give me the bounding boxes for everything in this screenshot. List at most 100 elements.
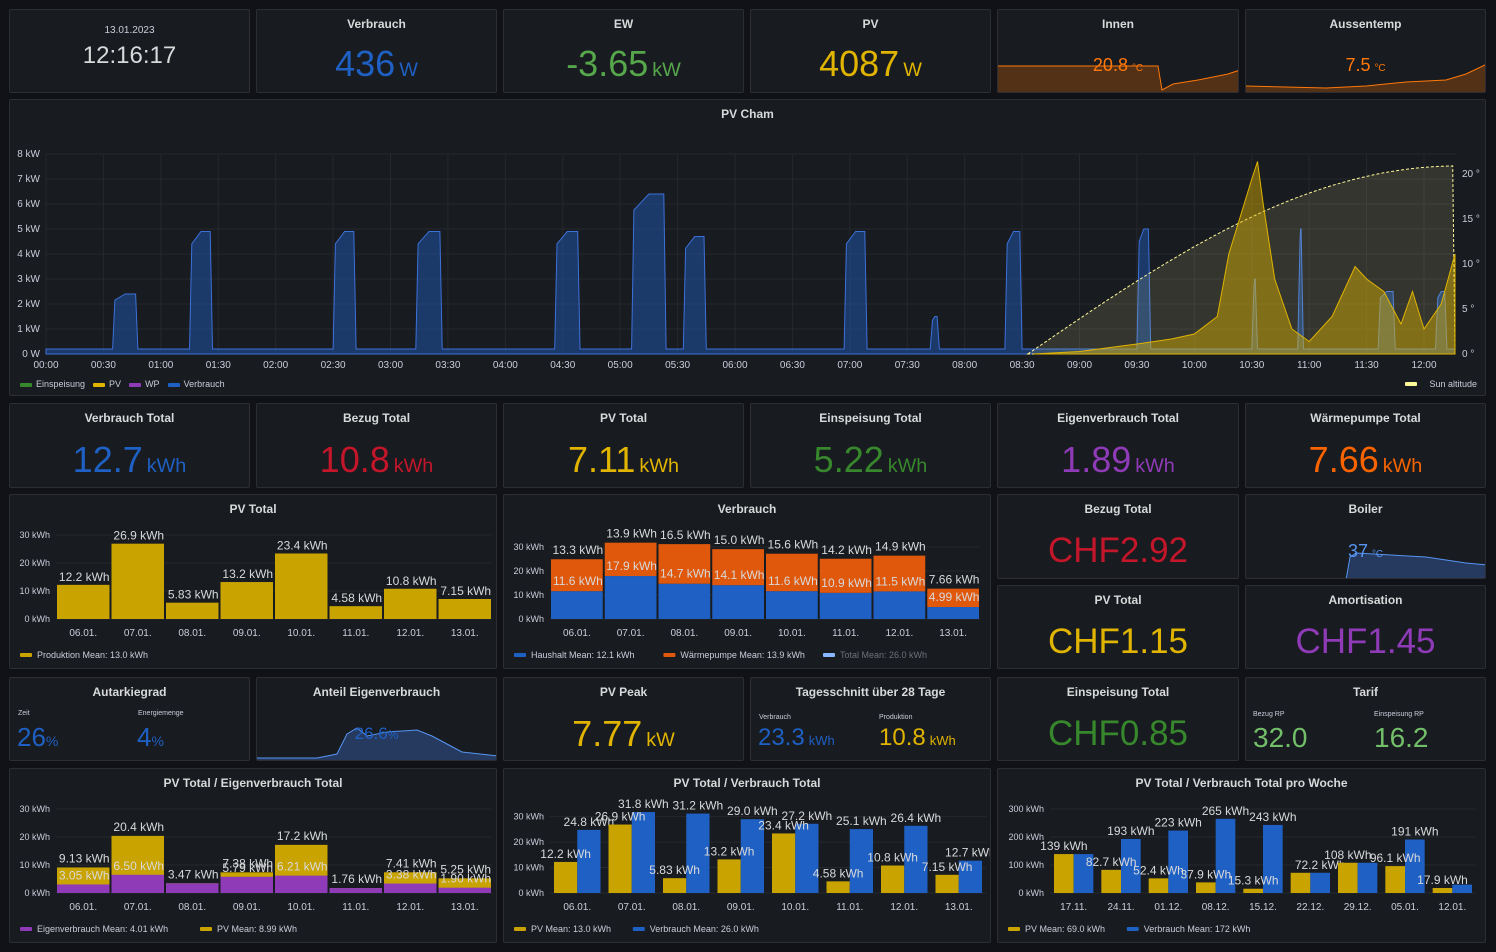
legend-item[interactable]: WP xyxy=(129,379,160,389)
bar-haushalt[interactable] xyxy=(927,607,979,619)
pv-verbrauch-woche-chart[interactable]: 300 kWh 200 kWh 100 kWh 0 kWh 17.11. 24.11. 01… xyxy=(998,769,1486,943)
anteil-eigenverbrauch-panel[interactable]: Anteil Eigenverbrauch 26.6% xyxy=(256,677,497,761)
pv-chf-panel[interactable]: PV Total CHF1.15 xyxy=(997,585,1239,669)
verbrauch-chart[interactable]: 30 kWh 20 kWh 10 kWh 0 kWh 06.01. 07.01. 08.01… xyxy=(504,495,991,669)
bar-verbrauch[interactable] xyxy=(1357,862,1378,893)
bar[interactable] xyxy=(166,602,219,619)
legend-item[interactable]: PV Mean: 8.99 kWh xyxy=(217,924,297,934)
x-tick-label: 06.01. xyxy=(563,902,591,913)
bar-eigenverbrauch[interactable] xyxy=(438,887,492,893)
pv-total-chart-panel[interactable]: PV Total 30 kWh 20 kWh 10 kWh 0 kWh 06.01. 07… xyxy=(9,494,497,669)
bar-haushalt[interactable] xyxy=(604,576,657,619)
legend-item[interactable]: Verbrauch xyxy=(167,379,225,389)
pv-eigenverbrauch-chart-panel[interactable]: PV Total / Eigenverbrauch Total 30 kWh 20… xyxy=(9,768,497,943)
bar-pv[interactable] xyxy=(1243,888,1263,893)
bar-pv[interactable] xyxy=(608,824,632,893)
bar-eigenverbrauch[interactable] xyxy=(275,875,328,893)
total-panel[interactable]: Einspeisung Total 5.22 kWh xyxy=(750,403,991,488)
boiler-panel[interactable]: Boiler 37 °C xyxy=(1245,494,1486,579)
bar-haushalt[interactable] xyxy=(658,583,711,619)
total-panel[interactable]: Wärmepumpe Total 7.66 kWh xyxy=(1245,403,1486,488)
legend-item[interactable]: Total Mean: 26.0 kWh xyxy=(840,650,927,660)
bar[interactable] xyxy=(275,553,328,619)
amortisation-chf-panel[interactable]: Amortisation CHF1.45 xyxy=(1245,585,1486,669)
total-panel[interactable]: PV Total 7.11 kWh xyxy=(503,403,744,488)
bar-pv[interactable] xyxy=(881,865,905,893)
legend-item[interactable]: Wärmepumpe Mean: 13.9 kWh xyxy=(680,650,805,660)
bar-verbrauch[interactable] xyxy=(795,823,819,893)
bar-verbrauch[interactable] xyxy=(1168,830,1188,893)
bar-eigenverbrauch[interactable] xyxy=(220,876,274,893)
bar-pv[interactable] xyxy=(1385,866,1405,893)
legend-item[interactable]: Produktion Mean: 13.0 kWh xyxy=(37,650,148,660)
verbrauch-panel[interactable]: Verbrauch 436 W xyxy=(256,9,497,93)
legend-item[interactable]: Verbrauch Mean: 26.0 kWh xyxy=(650,924,759,934)
bar-pv[interactable] xyxy=(554,861,578,893)
bar-pv[interactable] xyxy=(1054,854,1074,893)
pv-cham-panel[interactable]: PV Cham 8 kW 7 kW 6 kW 5 kW 4 kW 3 kW 2 kW 1 kW… xyxy=(9,99,1486,396)
bar-pv[interactable] xyxy=(1196,882,1216,893)
autarkiegrad-panel[interactable]: Autarkiegrad Zeit Energiemenge 26% 4% xyxy=(9,677,250,761)
data-label: 12.2 kWh xyxy=(59,570,110,584)
bar-haushalt[interactable] xyxy=(819,592,872,619)
bezug-chf-panel[interactable]: Bezug Total CHF2.92 xyxy=(997,494,1239,579)
ew-panel[interactable]: EW -3.65 kW xyxy=(503,9,744,93)
bar-haushalt[interactable] xyxy=(766,591,818,619)
pv-panel[interactable]: PV 4087 W xyxy=(750,9,991,93)
bar-pv[interactable] xyxy=(935,874,959,893)
bar-eigenverbrauch[interactable] xyxy=(166,883,219,893)
legend-item[interactable]: Einspeisung xyxy=(20,379,85,389)
bar-eigenverbrauch[interactable] xyxy=(384,883,437,893)
pv-cham-chart[interactable]: 8 kW 7 kW 6 kW 5 kW 4 kW 3 kW 2 kW 1 kW 0 W 20 ° 1… xyxy=(10,100,1486,396)
pv-peak-panel[interactable]: PV Peak 7.77 kW xyxy=(503,677,744,761)
tarif-panel[interactable]: Tarif Bezug RP Einspeisung RP 32.0 16.2 xyxy=(1245,677,1486,761)
data-label: 10.9 kWh xyxy=(821,576,872,590)
bar-verbrauch[interactable] xyxy=(1310,872,1330,893)
data-label: 108 kWh xyxy=(1324,848,1371,862)
bar-eigenverbrauch[interactable] xyxy=(57,884,110,893)
bar[interactable] xyxy=(220,582,274,619)
bar-pv[interactable] xyxy=(717,859,741,893)
bar-verbrauch[interactable] xyxy=(631,812,655,893)
legend-item[interactable]: Haushalt Mean: 12.1 kWh xyxy=(531,650,635,660)
bar-pv[interactable] xyxy=(1338,862,1358,893)
bar-pv[interactable] xyxy=(1290,872,1311,893)
tarif-title: Tarif xyxy=(1352,685,1379,699)
bar-haushalt[interactable] xyxy=(873,591,926,619)
bar[interactable] xyxy=(329,606,383,619)
legend-item[interactable]: PV xyxy=(93,379,121,389)
pv-verbrauch-chart[interactable]: 30 kWh 20 kWh 10 kWh 0 kWh 06.01. 07.01. 08.01… xyxy=(504,769,991,943)
legend-item[interactable]: Eigenverbrauch Mean: 4.01 kWh xyxy=(37,924,168,934)
einspeisung-chf-panel[interactable]: Einspeisung Total CHF0.85 xyxy=(997,677,1239,761)
total-panel[interactable]: Eigenverbrauch Total 1.89 kWh xyxy=(997,403,1239,488)
legend-item[interactable]: PV Mean: 69.0 kWh xyxy=(1025,924,1105,934)
bar-eigenverbrauch[interactable] xyxy=(329,888,383,893)
bar-pv[interactable] xyxy=(1432,887,1453,893)
bar[interactable] xyxy=(111,543,165,619)
verbrauch-chart-panel[interactable]: Verbrauch 30 kWh 20 kWh 10 kWh 0 kWh 06.01. 0… xyxy=(503,494,991,669)
bar-pv[interactable] xyxy=(663,878,687,893)
bar-haushalt[interactable] xyxy=(551,591,603,619)
pv-verbrauch-woche-chart-panel[interactable]: PV Total / Verbrauch Total pro Woche 300… xyxy=(997,768,1486,943)
bar-pv[interactable] xyxy=(826,881,850,893)
bar-pv[interactable] xyxy=(772,833,796,893)
tagesschnitt-panel[interactable]: Tagesschnitt über 28 Tage Verbrauch Prod… xyxy=(750,677,991,761)
bar-pv[interactable] xyxy=(1101,869,1121,893)
bar-haushalt[interactable] xyxy=(712,585,764,619)
bar-verbrauch[interactable] xyxy=(577,829,601,893)
pv-verbrauch-chart-panel[interactable]: PV Total / Verbrauch Total 30 kWh 20 kWh 1… xyxy=(503,768,991,943)
pv-eigenverbrauch-chart[interactable]: 30 kWh 20 kWh 10 kWh 0 kWh 06.01. 07.01. 08.01… xyxy=(10,769,497,943)
total-panel[interactable]: Verbrauch Total 12.7 kWh xyxy=(9,403,250,488)
bar-eigenverbrauch[interactable] xyxy=(111,874,165,893)
legend-item[interactable]: Verbrauch Mean: 172 kWh xyxy=(1144,924,1251,934)
pv-total-chart[interactable]: 30 kWh 20 kWh 10 kWh 0 kWh 06.01. 07.01. 08.01… xyxy=(10,495,497,669)
bar[interactable] xyxy=(438,598,492,619)
legend-item[interactable]: PV Mean: 13.0 kWh xyxy=(531,924,611,934)
y-tick-label: 0 kWh xyxy=(24,888,50,898)
bar-pv[interactable] xyxy=(1148,878,1169,893)
innen-panel[interactable]: Innen 20.8 °C xyxy=(997,9,1239,93)
aussentemp-panel[interactable]: Aussentemp 7.5 °C xyxy=(1245,9,1486,93)
bar[interactable] xyxy=(384,588,437,619)
total-panel[interactable]: Bezug Total 10.8 kWh xyxy=(256,403,497,488)
bar[interactable] xyxy=(57,584,110,619)
